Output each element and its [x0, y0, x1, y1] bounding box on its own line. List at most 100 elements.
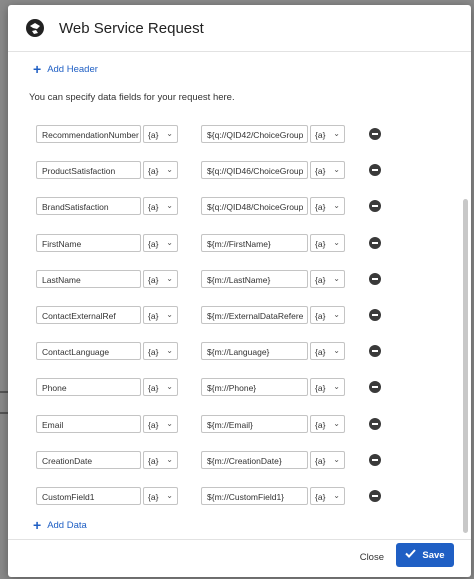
field-row: ProductSatisfaction {a} ⌄ ${q://QID46/Choic… — [36, 161, 386, 180]
piped-text-button[interactable]: {a} ⌄ — [143, 487, 178, 505]
remove-field-icon[interactable] — [369, 272, 381, 285]
backdrop-mark — [0, 412, 8, 414]
remove-field-icon[interactable] — [369, 236, 381, 249]
field-value-input[interactable]: ${q://QID46/ChoiceGroup — [201, 161, 308, 180]
modal-body: + Add Header You can specify data fields… — [8, 52, 471, 539]
remove-field-icon[interactable] — [369, 453, 381, 466]
add-header-label: Add Header — [47, 63, 98, 75]
field-name-input[interactable]: LastName — [36, 269, 141, 288]
field-value-input[interactable]: ${m://Phone} — [201, 378, 308, 397]
remove-field-icon[interactable] — [369, 200, 381, 213]
field-name-input[interactable]: RecommendationNumber — [36, 125, 141, 143]
piped-text-label: {a} — [315, 274, 326, 285]
save-label: Save — [422, 549, 445, 561]
remove-field-icon[interactable] — [369, 164, 381, 177]
piped-text-button[interactable]: {a} ⌄ — [143, 197, 178, 216]
piped-text-button[interactable]: {a} ⌄ — [310, 125, 345, 143]
scrollbar-thumb[interactable] — [463, 199, 468, 533]
field-value-input[interactable]: ${q://QID42/ChoiceGroup — [201, 125, 308, 143]
field-name-input[interactable]: Email — [36, 414, 141, 433]
chevron-down-icon: ⌄ — [166, 237, 173, 247]
piped-text-button[interactable]: {a} ⌄ — [310, 378, 345, 397]
field-value-input[interactable]: ${m://Email} — [201, 414, 308, 433]
piped-text-label: {a} — [148, 238, 159, 249]
piped-text-button[interactable]: {a} ⌄ — [310, 306, 345, 324]
field-name-input[interactable]: ContactLanguage — [36, 342, 141, 361]
field-row: FirstName {a} ⌄ ${m://FirstName} {a} ⌄ — [36, 233, 386, 252]
piped-text-label: {a} — [148, 455, 159, 466]
piped-text-button[interactable]: {a} ⌄ — [143, 125, 178, 143]
chevron-down-icon: ⌄ — [166, 491, 173, 500]
field-name-input[interactable]: Phone — [36, 378, 141, 397]
piped-text-button[interactable]: {a} ⌄ — [310, 342, 345, 361]
chevron-down-icon: ⌄ — [166, 129, 173, 138]
piped-text-button[interactable]: {a} ⌄ — [143, 306, 178, 324]
piped-text-label: {a} — [148, 202, 159, 213]
chevron-down-icon: ⌄ — [166, 165, 173, 175]
modal-title: Web Service Request — [59, 19, 204, 37]
piped-text-button[interactable]: {a} ⌄ — [310, 269, 345, 288]
plus-icon: + — [33, 61, 42, 77]
remove-field-icon[interactable] — [369, 345, 381, 358]
field-name-input[interactable]: CreationDate — [36, 450, 141, 469]
field-name-input[interactable]: ProductSatisfaction — [36, 161, 141, 180]
add-header-button[interactable]: + Add Header — [33, 62, 98, 76]
piped-text-button[interactable]: {a} ⌄ — [143, 342, 178, 361]
chevron-down-icon: ⌄ — [333, 310, 340, 319]
piped-text-button[interactable]: {a} ⌄ — [143, 414, 178, 433]
remove-field-icon[interactable] — [369, 381, 381, 394]
piped-text-label: {a} — [148, 383, 159, 394]
piped-text-button[interactable]: {a} ⌄ — [143, 378, 178, 397]
piped-text-label: {a} — [315, 383, 326, 394]
field-name-input[interactable]: FirstName — [36, 233, 141, 252]
chevron-down-icon: ⌄ — [166, 418, 173, 428]
piped-text-button[interactable]: {a} ⌄ — [143, 233, 178, 252]
piped-text-button[interactable]: {a} ⌄ — [310, 233, 345, 252]
save-button[interactable]: Save — [396, 543, 454, 567]
remove-field-icon[interactable] — [369, 309, 381, 321]
add-data-button[interactable]: + Add Data — [33, 518, 87, 532]
remove-field-icon[interactable] — [369, 490, 381, 502]
field-value-input[interactable]: ${m://CustomField1} — [201, 487, 308, 505]
piped-text-label: {a} — [148, 274, 159, 285]
chevron-down-icon: ⌄ — [333, 491, 340, 500]
piped-text-button[interactable]: {a} ⌄ — [310, 197, 345, 216]
remove-field-icon[interactable] — [369, 417, 381, 430]
field-value-input[interactable]: ${m://LastName} — [201, 269, 308, 288]
field-value-input[interactable]: ${m://CreationDate} — [201, 450, 308, 469]
field-row: LastName {a} ⌄ ${m://LastName} {a} ⌄ — [36, 269, 386, 288]
field-row: Phone {a} ⌄ ${m://Phone} {a} ⌄ — [36, 378, 386, 397]
piped-text-label: {a} — [148, 419, 159, 430]
piped-text-button[interactable]: {a} ⌄ — [310, 450, 345, 469]
piped-text-button[interactable]: {a} ⌄ — [310, 414, 345, 433]
field-name-input[interactable]: BrandSatisfaction — [36, 197, 141, 216]
field-row: CustomField1 {a} ⌄ ${m://CustomField1} {a} ⌄ — [36, 487, 386, 505]
chevron-down-icon: ⌄ — [166, 346, 173, 356]
modal-footer: Close Save — [8, 539, 471, 577]
chevron-down-icon: ⌄ — [333, 418, 340, 428]
remove-field-icon[interactable] — [369, 128, 381, 140]
piped-text-button[interactable]: {a} ⌄ — [143, 450, 178, 469]
piped-text-button[interactable]: {a} ⌄ — [143, 269, 178, 288]
intro-text: You can specify data fields for your req… — [29, 92, 235, 103]
piped-text-button[interactable]: {a} ⌄ — [310, 161, 345, 180]
field-name-input[interactable]: CustomField1 — [36, 487, 141, 505]
close-button[interactable]: Close — [360, 552, 384, 563]
field-value-input[interactable]: ${m://FirstName} — [201, 233, 308, 252]
scrollbar[interactable] — [462, 55, 468, 535]
chevron-down-icon: ⌄ — [166, 273, 173, 283]
piped-text-label: {a} — [315, 492, 326, 502]
piped-text-button[interactable]: {a} ⌄ — [143, 161, 178, 180]
field-value-input[interactable]: ${q://QID48/ChoiceGroup — [201, 197, 308, 216]
field-value-input[interactable]: ${m://ExternalDataRefere — [201, 306, 308, 324]
field-name-input[interactable]: ContactExternalRef — [36, 306, 141, 324]
field-row: CreationDate {a} ⌄ ${m://CreationDate} {a} ⌄ — [36, 450, 386, 469]
piped-text-label: {a} — [315, 166, 326, 177]
add-data-label: Add Data — [47, 519, 87, 531]
plus-icon: + — [33, 517, 42, 533]
piped-text-button[interactable]: {a} ⌄ — [310, 487, 345, 505]
piped-text-label: {a} — [148, 311, 159, 321]
field-value-input[interactable]: ${m://Language} — [201, 342, 308, 361]
piped-text-label: {a} — [148, 492, 159, 502]
field-row: Email {a} ⌄ ${m://Email} {a} ⌄ — [36, 414, 386, 433]
